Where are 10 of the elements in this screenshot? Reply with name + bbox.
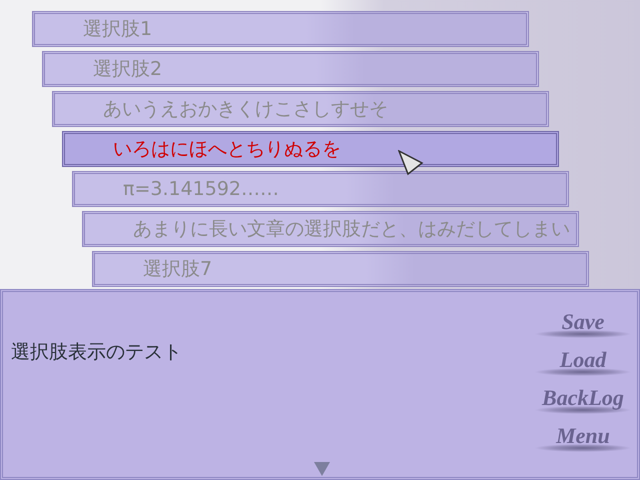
choice-option[interactable]: 選択肢7 — [92, 251, 589, 287]
choice-option[interactable]: 選択肢1 — [32, 11, 529, 47]
continue-icon — [314, 462, 330, 476]
pointer-icon — [398, 150, 424, 176]
choice-option[interactable]: 選択肢2 — [42, 51, 539, 87]
choice-option[interactable]: π=3.141592…… — [72, 171, 569, 207]
choice-option[interactable]: あいうえおかきくけこさしすせそ — [52, 91, 549, 127]
message-text: 選択肢表示のテスト — [11, 340, 182, 365]
choice-option[interactable]: いろはにほへとちりぬるを — [62, 131, 559, 167]
choice-option[interactable]: あまりに長い文章の選択肢だと、はみだしてしまい — [82, 211, 579, 247]
